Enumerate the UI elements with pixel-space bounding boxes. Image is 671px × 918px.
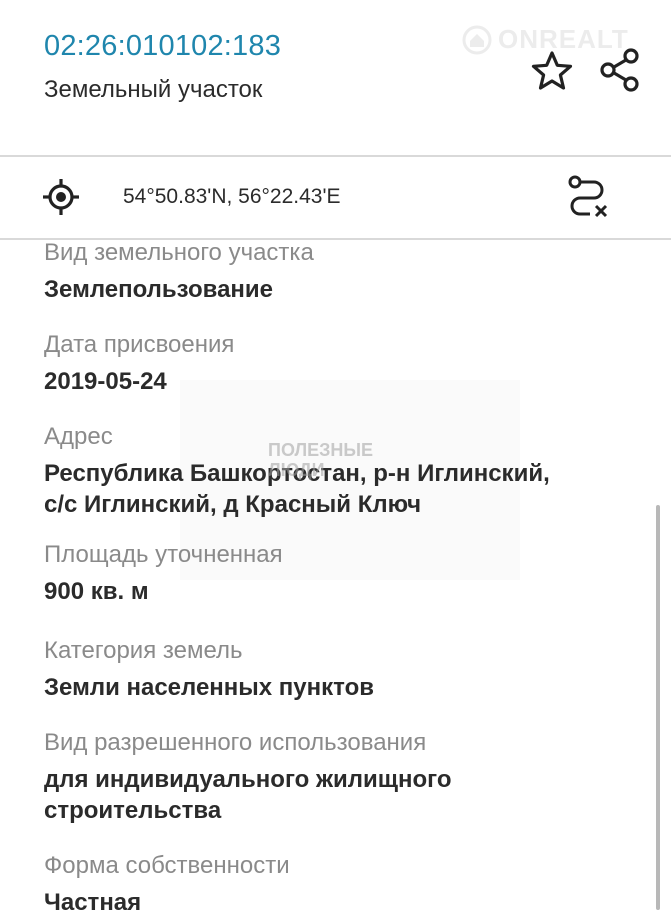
route-clear-icon xyxy=(568,175,608,218)
address-line-1: Республика Башкортостан, р-н Иглинский, xyxy=(44,460,550,487)
share-icon xyxy=(600,48,639,92)
field-label: Вид земельного участка xyxy=(44,239,314,266)
field-value: для индивидуального жилищного строительс… xyxy=(44,764,451,826)
field-label: Дата присвоения xyxy=(44,331,235,358)
field-assign-date: Дата присвоения 2019-05-24 xyxy=(44,330,234,397)
share-button[interactable] xyxy=(598,47,642,93)
address-line-2: с/с Иглинский, д Красный Ключ xyxy=(44,491,422,518)
object-type-label: Земельный участок xyxy=(44,76,263,103)
field-label: Категория земель xyxy=(44,637,243,664)
field-value: 2019-05-24 xyxy=(44,368,167,395)
field-land-type: Вид земельного участка Землепользование xyxy=(44,238,314,305)
coordinates-bar: 54°50.83'N, 56°22.43'E xyxy=(0,157,671,240)
field-label: Вид разрешенного использования xyxy=(44,729,427,756)
scrollbar[interactable] xyxy=(656,505,660,910)
field-address: Адрес Республика Башкортостан, р-н Иглин… xyxy=(44,422,550,520)
field-ownership: Форма собственности Частная xyxy=(44,851,290,918)
crosshair-target-icon xyxy=(43,179,79,215)
field-value: Земли населенных пунктов xyxy=(44,674,375,701)
field-value: Республика Башкортостан, р-н Иглинский, … xyxy=(44,458,550,520)
field-value: Землепользование xyxy=(44,276,274,303)
field-permitted-use: Вид разрешенного использования для индив… xyxy=(44,728,451,826)
permitted-use-line-1: для индивидуального жилищного xyxy=(44,766,452,793)
field-area: Площадь уточненная 900 кв. м xyxy=(44,540,283,607)
field-label: Адрес xyxy=(44,423,113,450)
field-land-category: Категория земель Земли населенных пункто… xyxy=(44,636,374,703)
field-label: Форма собственности xyxy=(44,852,290,879)
cadastral-number[interactable]: 02:26:010102:183 xyxy=(44,30,281,63)
star-outline-icon xyxy=(531,51,573,90)
field-value: Частная xyxy=(44,889,142,916)
locate-button[interactable] xyxy=(42,178,80,216)
permitted-use-line-2: строительства xyxy=(44,797,222,824)
favorite-button[interactable] xyxy=(530,50,574,92)
house-logo-icon xyxy=(462,25,492,54)
route-button[interactable] xyxy=(566,174,610,220)
field-label: Площадь уточненная xyxy=(44,541,283,568)
object-header: 02:26:010102:183 Земельный участок ONREA… xyxy=(0,0,671,157)
field-value: 900 кв. м xyxy=(44,578,149,605)
coordinates-text[interactable]: 54°50.83'N, 56°22.43'E xyxy=(123,185,340,209)
